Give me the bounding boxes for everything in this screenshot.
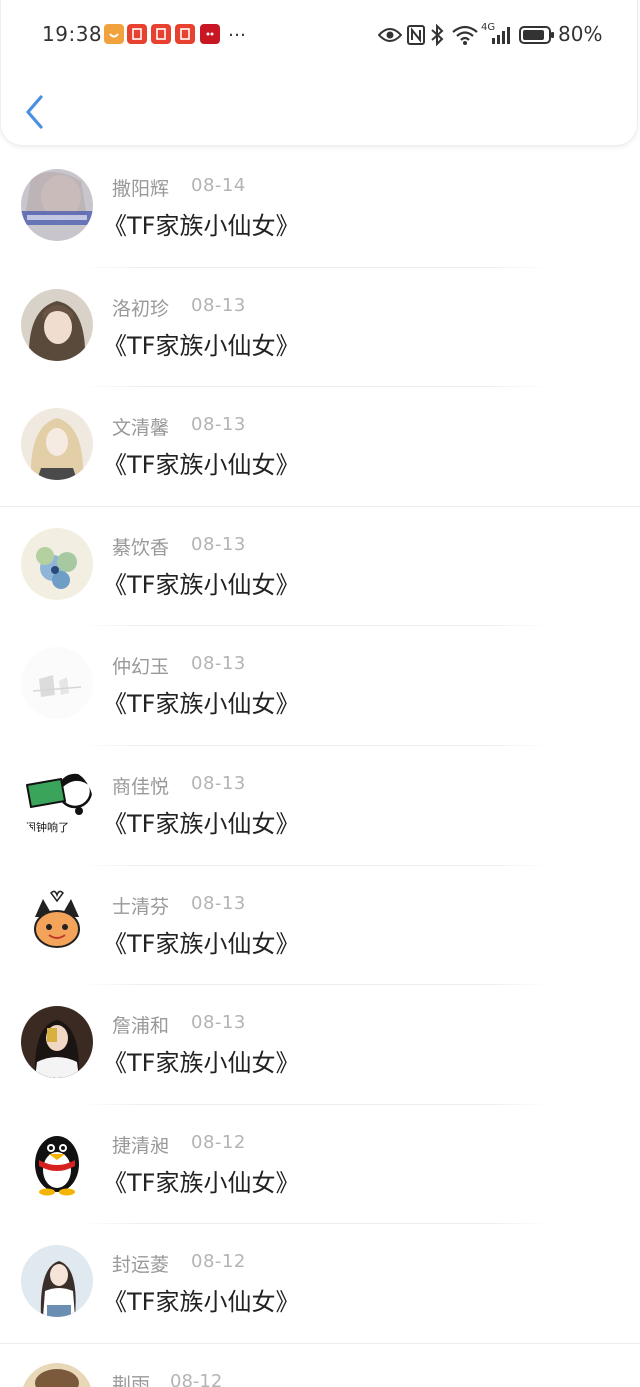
app-notification-icon (104, 24, 124, 44)
comment-text: 《TF家族小仙女》 (103, 331, 300, 360)
comment-date: 08-13 (191, 653, 246, 675)
comment-date: 08-13 (191, 533, 246, 555)
comment-text: 《TF家族小仙女》 (103, 451, 300, 480)
tmall-icon (200, 24, 220, 44)
chevron-left-icon (26, 95, 43, 129)
more-notifications-indicator: … (228, 20, 246, 41)
comment-date: 08-12 (191, 1251, 246, 1273)
list-item[interactable]: 士清芬 08-13 《TF家族小仙女》 (0, 866, 640, 986)
list-item[interactable]: 文清馨 08-13 《TF家族小仙女》 (0, 387, 640, 507)
sticker-caption: 闹钟响了 (25, 820, 69, 834)
nfc-icon (407, 25, 425, 45)
app-notification-icon (151, 24, 171, 44)
battery-icon (519, 26, 554, 44)
comment-date: 08-13 (191, 414, 246, 436)
user-name: 商佳悦 (112, 775, 170, 798)
user-avatar[interactable] (21, 169, 93, 241)
user-avatar[interactable] (21, 1363, 93, 1387)
list-item[interactable]: 撒阳辉 08-14 《TF家族小仙女》 (0, 148, 640, 268)
comment-text: 《TF家族小仙女》 (103, 212, 300, 240)
comment-date: 08-13 (191, 772, 246, 794)
user-name: 荆雨 (112, 1374, 151, 1387)
user-name: 捷清昶 (112, 1134, 170, 1157)
comment-date: 08-12 (191, 1131, 246, 1153)
user-avatar[interactable] (21, 647, 93, 720)
comment-text: 《TF家族小仙女》 (103, 1168, 300, 1197)
list-item[interactable]: 仲幻玉 08-13 《TF家族小仙女》 (0, 626, 640, 746)
user-name: 封运菱 (112, 1254, 170, 1277)
comment-date: 08-14 (191, 175, 246, 196)
eye-icon (378, 28, 402, 42)
user-name: 綦饮香 (112, 536, 170, 559)
user-name: 詹浦和 (112, 1015, 170, 1038)
comment-text: 《TF家族小仙女》 (103, 690, 300, 719)
comment-text: 《TF家族小仙女》 (103, 1288, 300, 1317)
user-avatar[interactable]: 闹钟响了 (21, 766, 93, 839)
user-name: 文清馨 (112, 417, 170, 440)
message-list: 撒阳辉 08-14 《TF家族小仙女》 洛初珍 08-13 《TF家族小仙女》 (0, 148, 640, 1344)
bluetooth-icon (431, 24, 444, 46)
back-button[interactable] (18, 92, 58, 132)
user-name: 仲幻玉 (112, 656, 170, 679)
user-avatar[interactable] (21, 1006, 93, 1079)
app-notification-icon (127, 24, 147, 44)
wifi-icon (452, 25, 478, 45)
comment-text: 《TF家族小仙女》 (103, 570, 300, 599)
list-item[interactable]: 封运菱 08-12 《TF家族小仙女》 (0, 1224, 640, 1344)
list-item[interactable]: 洛初珍 08-13 《TF家族小仙女》 (0, 268, 640, 388)
list-item[interactable]: 捷清昶 08-12 《TF家族小仙女》 (0, 1105, 640, 1225)
comment-text: 《TF家族小仙女》 (103, 929, 300, 958)
comment-text: 《TF家族小仙女》 (103, 809, 300, 838)
battery-percent: 80% (558, 22, 603, 46)
user-avatar[interactable] (21, 408, 93, 481)
user-avatar[interactable] (21, 527, 93, 600)
app-notification-icon (175, 24, 195, 44)
comment-text: 《TF家族小仙女》 (103, 1049, 300, 1078)
user-avatar[interactable] (21, 1125, 93, 1198)
list-item[interactable]: 詹浦和 08-13 《TF家族小仙女》 (0, 985, 640, 1105)
user-avatar[interactable] (21, 288, 93, 361)
comment-date: 08-13 (191, 1012, 246, 1034)
user-name: 撒阳辉 (112, 178, 170, 200)
comment-date: 08-12 (170, 1371, 223, 1387)
list-item[interactable]: 綦饮香 08-13 《TF家族小仙女》 (0, 507, 640, 627)
list-item[interactable]: 闹钟响了 商佳悦 08-13 《TF家族小仙女》 (0, 746, 640, 866)
user-avatar[interactable] (21, 886, 93, 959)
list-item[interactable]: 荆雨 08-12 (0, 1342, 640, 1387)
user-avatar[interactable] (21, 1245, 93, 1318)
comment-date: 08-13 (191, 294, 246, 316)
comment-date: 08-13 (191, 892, 246, 914)
user-name: 洛初珍 (112, 297, 170, 320)
status-bar: 19:38 … 4G 80% (0, 0, 640, 70)
user-name: 士清芬 (112, 895, 170, 918)
status-time: 19:38 (42, 22, 103, 46)
signal-icon (492, 27, 510, 44)
